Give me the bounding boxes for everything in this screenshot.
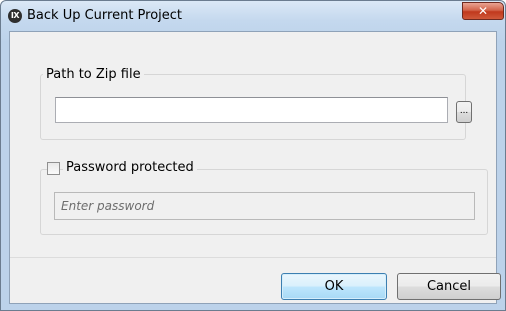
app-logo-icon: IX xyxy=(8,9,22,23)
password-input[interactable]: Enter password xyxy=(54,192,475,220)
cancel-button[interactable]: Cancel xyxy=(397,273,501,300)
browse-button[interactable]: ... xyxy=(456,101,472,123)
password-checkbox[interactable] xyxy=(47,162,60,175)
dialog-window: IX Back Up Current Project ✕ Path to Zip… xyxy=(0,0,506,311)
window-title: Back Up Current Project xyxy=(27,8,183,23)
password-checkbox-label[interactable]: Password protected xyxy=(63,160,197,175)
close-button[interactable]: ✕ xyxy=(462,2,504,20)
button-separator xyxy=(10,257,496,258)
ok-button[interactable]: OK xyxy=(281,273,387,300)
dialog-content: Path to Zip file ... Password protected … xyxy=(9,31,501,304)
zip-path-input[interactable] xyxy=(55,97,448,123)
title-bar[interactable]: IX Back Up Current Project ✕ xyxy=(1,1,505,29)
path-group-label: Path to Zip file xyxy=(43,67,144,82)
